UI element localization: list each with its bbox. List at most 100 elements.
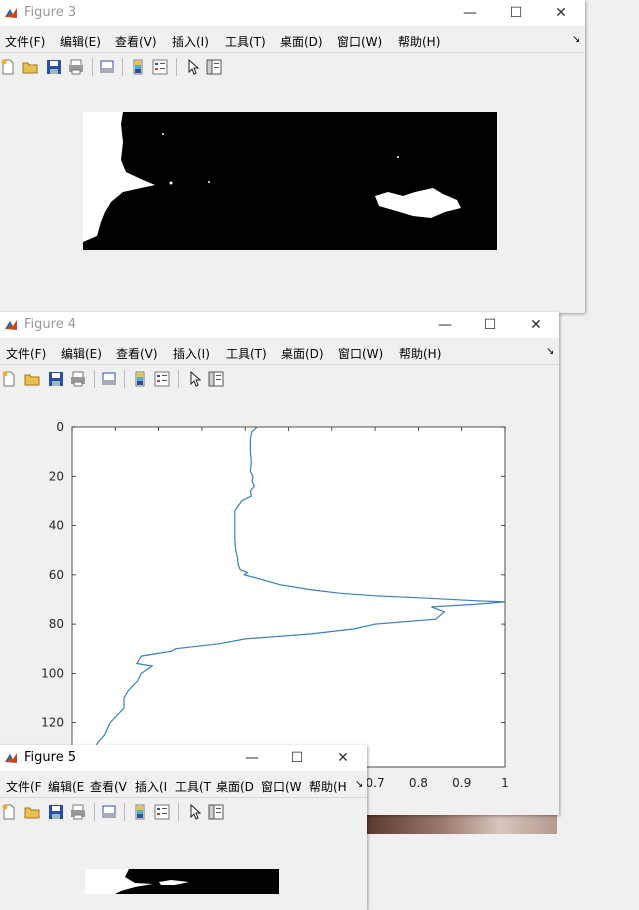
property-editor-icon[interactable] (208, 371, 224, 387)
figure-canvas (0, 81, 585, 313)
toolbar-separator (94, 370, 95, 388)
window-title: Figure 4 (24, 317, 77, 332)
x-tick-label: 0.8 (409, 776, 428, 790)
menu-tools[interactable]: 工具(T) (226, 345, 267, 362)
property-editor-icon[interactable] (208, 804, 224, 820)
menu-edit[interactable]: 编辑(E) (60, 33, 101, 50)
save-icon[interactable] (48, 804, 64, 820)
y-tick-label: 60 (49, 568, 64, 582)
new-figure-icon[interactable] (0, 59, 16, 75)
menu-bar: 文件(F) 编辑(E) 查看(V) 插入(I) 工具(T) 桌面(D) 窗口(W… (0, 27, 585, 51)
maximize-button[interactable]: ☐ (494, 0, 538, 26)
y-tick-label: 80 (49, 617, 64, 631)
menu-file[interactable]: 文件(F (6, 778, 42, 795)
menu-help[interactable]: 帮助(H) (398, 33, 440, 50)
menu-desktop[interactable]: 桌面(D) (281, 345, 324, 362)
menu-help[interactable]: 帮助(H) (399, 345, 441, 362)
colorbar-icon[interactable] (132, 804, 148, 820)
pointer-icon[interactable] (187, 371, 203, 387)
legend-icon[interactable] (152, 59, 168, 75)
figure-5-window: Figure 5 — ☐ ✕ 文件(F 编辑(E 查看(V 插入(I 工具(T … (0, 745, 367, 910)
minimize-button[interactable]: — (423, 312, 467, 338)
matlab-icon (5, 753, 17, 763)
pointer-icon[interactable] (187, 804, 203, 820)
maximize-button[interactable]: ☐ (275, 745, 319, 771)
title-bar: Figure 4 — ☐ ✕ (0, 312, 559, 338)
menu-window[interactable]: 窗口(W) (337, 33, 382, 50)
legend-icon[interactable] (154, 804, 170, 820)
close-button[interactable]: ✕ (539, 0, 583, 26)
menu-desktop[interactable]: 桌面(D (216, 778, 254, 795)
title-bar: Figure 5 — ☐ ✕ (0, 745, 367, 771)
print-icon[interactable] (70, 371, 86, 387)
menu-insert[interactable]: 插入(I) (172, 33, 209, 50)
menu-file[interactable]: 文件(F) (5, 33, 45, 50)
y-tick-label: 120 (41, 716, 64, 730)
menu-more-icon[interactable]: ↘ (355, 779, 363, 790)
minimize-button[interactable]: — (230, 745, 274, 771)
toolbar-separator (94, 803, 95, 821)
menu-help[interactable]: 帮助(H (309, 778, 347, 795)
matlab-icon (5, 8, 17, 18)
pointer-icon[interactable] (185, 59, 201, 75)
save-icon[interactable] (46, 59, 62, 75)
menu-window[interactable]: 窗口(W (261, 778, 302, 795)
menu-tools[interactable]: 工具(T) (225, 33, 266, 50)
maximize-button[interactable]: ☐ (468, 312, 512, 338)
print-preview-icon[interactable] (99, 59, 115, 75)
print-preview-icon[interactable] (101, 804, 117, 820)
menu-window[interactable]: 窗口(W) (338, 345, 383, 362)
menu-insert[interactable]: 插入(I) (173, 345, 210, 362)
toolbar (0, 797, 367, 827)
background-photo-strip (367, 814, 557, 834)
minimize-button[interactable]: — (448, 0, 492, 26)
new-figure-icon[interactable] (1, 804, 17, 820)
save-icon[interactable] (48, 371, 64, 387)
colorbar-icon[interactable] (130, 59, 146, 75)
toolbar (0, 364, 559, 394)
print-icon[interactable] (70, 804, 86, 820)
legend-icon[interactable] (154, 371, 170, 387)
menu-edit[interactable]: 编辑(E (48, 778, 84, 795)
menu-insert[interactable]: 插入(I (135, 778, 167, 795)
y-tick-label: 20 (49, 469, 64, 483)
menu-tools[interactable]: 工具(T (175, 778, 211, 795)
menu-edit[interactable]: 编辑(E) (61, 345, 102, 362)
open-file-icon[interactable] (22, 59, 38, 75)
title-bar: Figure 3 — ☐ ✕ (0, 0, 585, 26)
menu-bar: 文件(F) 编辑(E) 查看(V) 插入(I) 工具(T) 桌面(D) 窗口(W… (0, 339, 559, 363)
open-file-icon[interactable] (24, 804, 40, 820)
toolbar-separator (178, 370, 179, 388)
axes-box (71, 426, 506, 768)
new-figure-icon[interactable] (1, 371, 17, 387)
menu-more-icon[interactable]: ↘ (572, 34, 580, 45)
x-tick-label: 0.7 (366, 776, 385, 790)
figure-canvas (0, 826, 367, 910)
menu-desktop[interactable]: 桌面(D) (280, 33, 323, 50)
print-icon[interactable] (68, 59, 84, 75)
property-editor-icon[interactable] (206, 59, 222, 75)
window-title: Figure 3 (24, 5, 77, 20)
toolbar-separator (176, 58, 177, 76)
toolbar (0, 52, 585, 82)
menu-view[interactable]: 查看(V (90, 778, 127, 795)
matlab-icon (5, 320, 17, 330)
print-preview-icon[interactable] (101, 371, 117, 387)
toolbar-separator (178, 803, 179, 821)
close-button[interactable]: ✕ (514, 312, 558, 338)
binary-image (85, 869, 279, 894)
menu-bar: 文件(F 编辑(E 查看(V 插入(I 工具(T 桌面(D 窗口(W 帮助(H … (0, 772, 367, 796)
menu-file[interactable]: 文件(F) (6, 345, 46, 362)
x-tick-label: 1 (501, 776, 509, 790)
close-button[interactable]: ✕ (321, 745, 365, 771)
open-file-icon[interactable] (24, 371, 40, 387)
toolbar-separator (122, 58, 123, 76)
toolbar-separator (124, 803, 125, 821)
toolbar-separator (124, 370, 125, 388)
binary-image (83, 112, 497, 250)
menu-view[interactable]: 查看(V) (116, 345, 158, 362)
colorbar-icon[interactable] (132, 371, 148, 387)
menu-more-icon[interactable]: ↘ (546, 346, 554, 357)
menu-view[interactable]: 查看(V) (115, 33, 157, 50)
y-tick-label: 100 (41, 666, 64, 680)
